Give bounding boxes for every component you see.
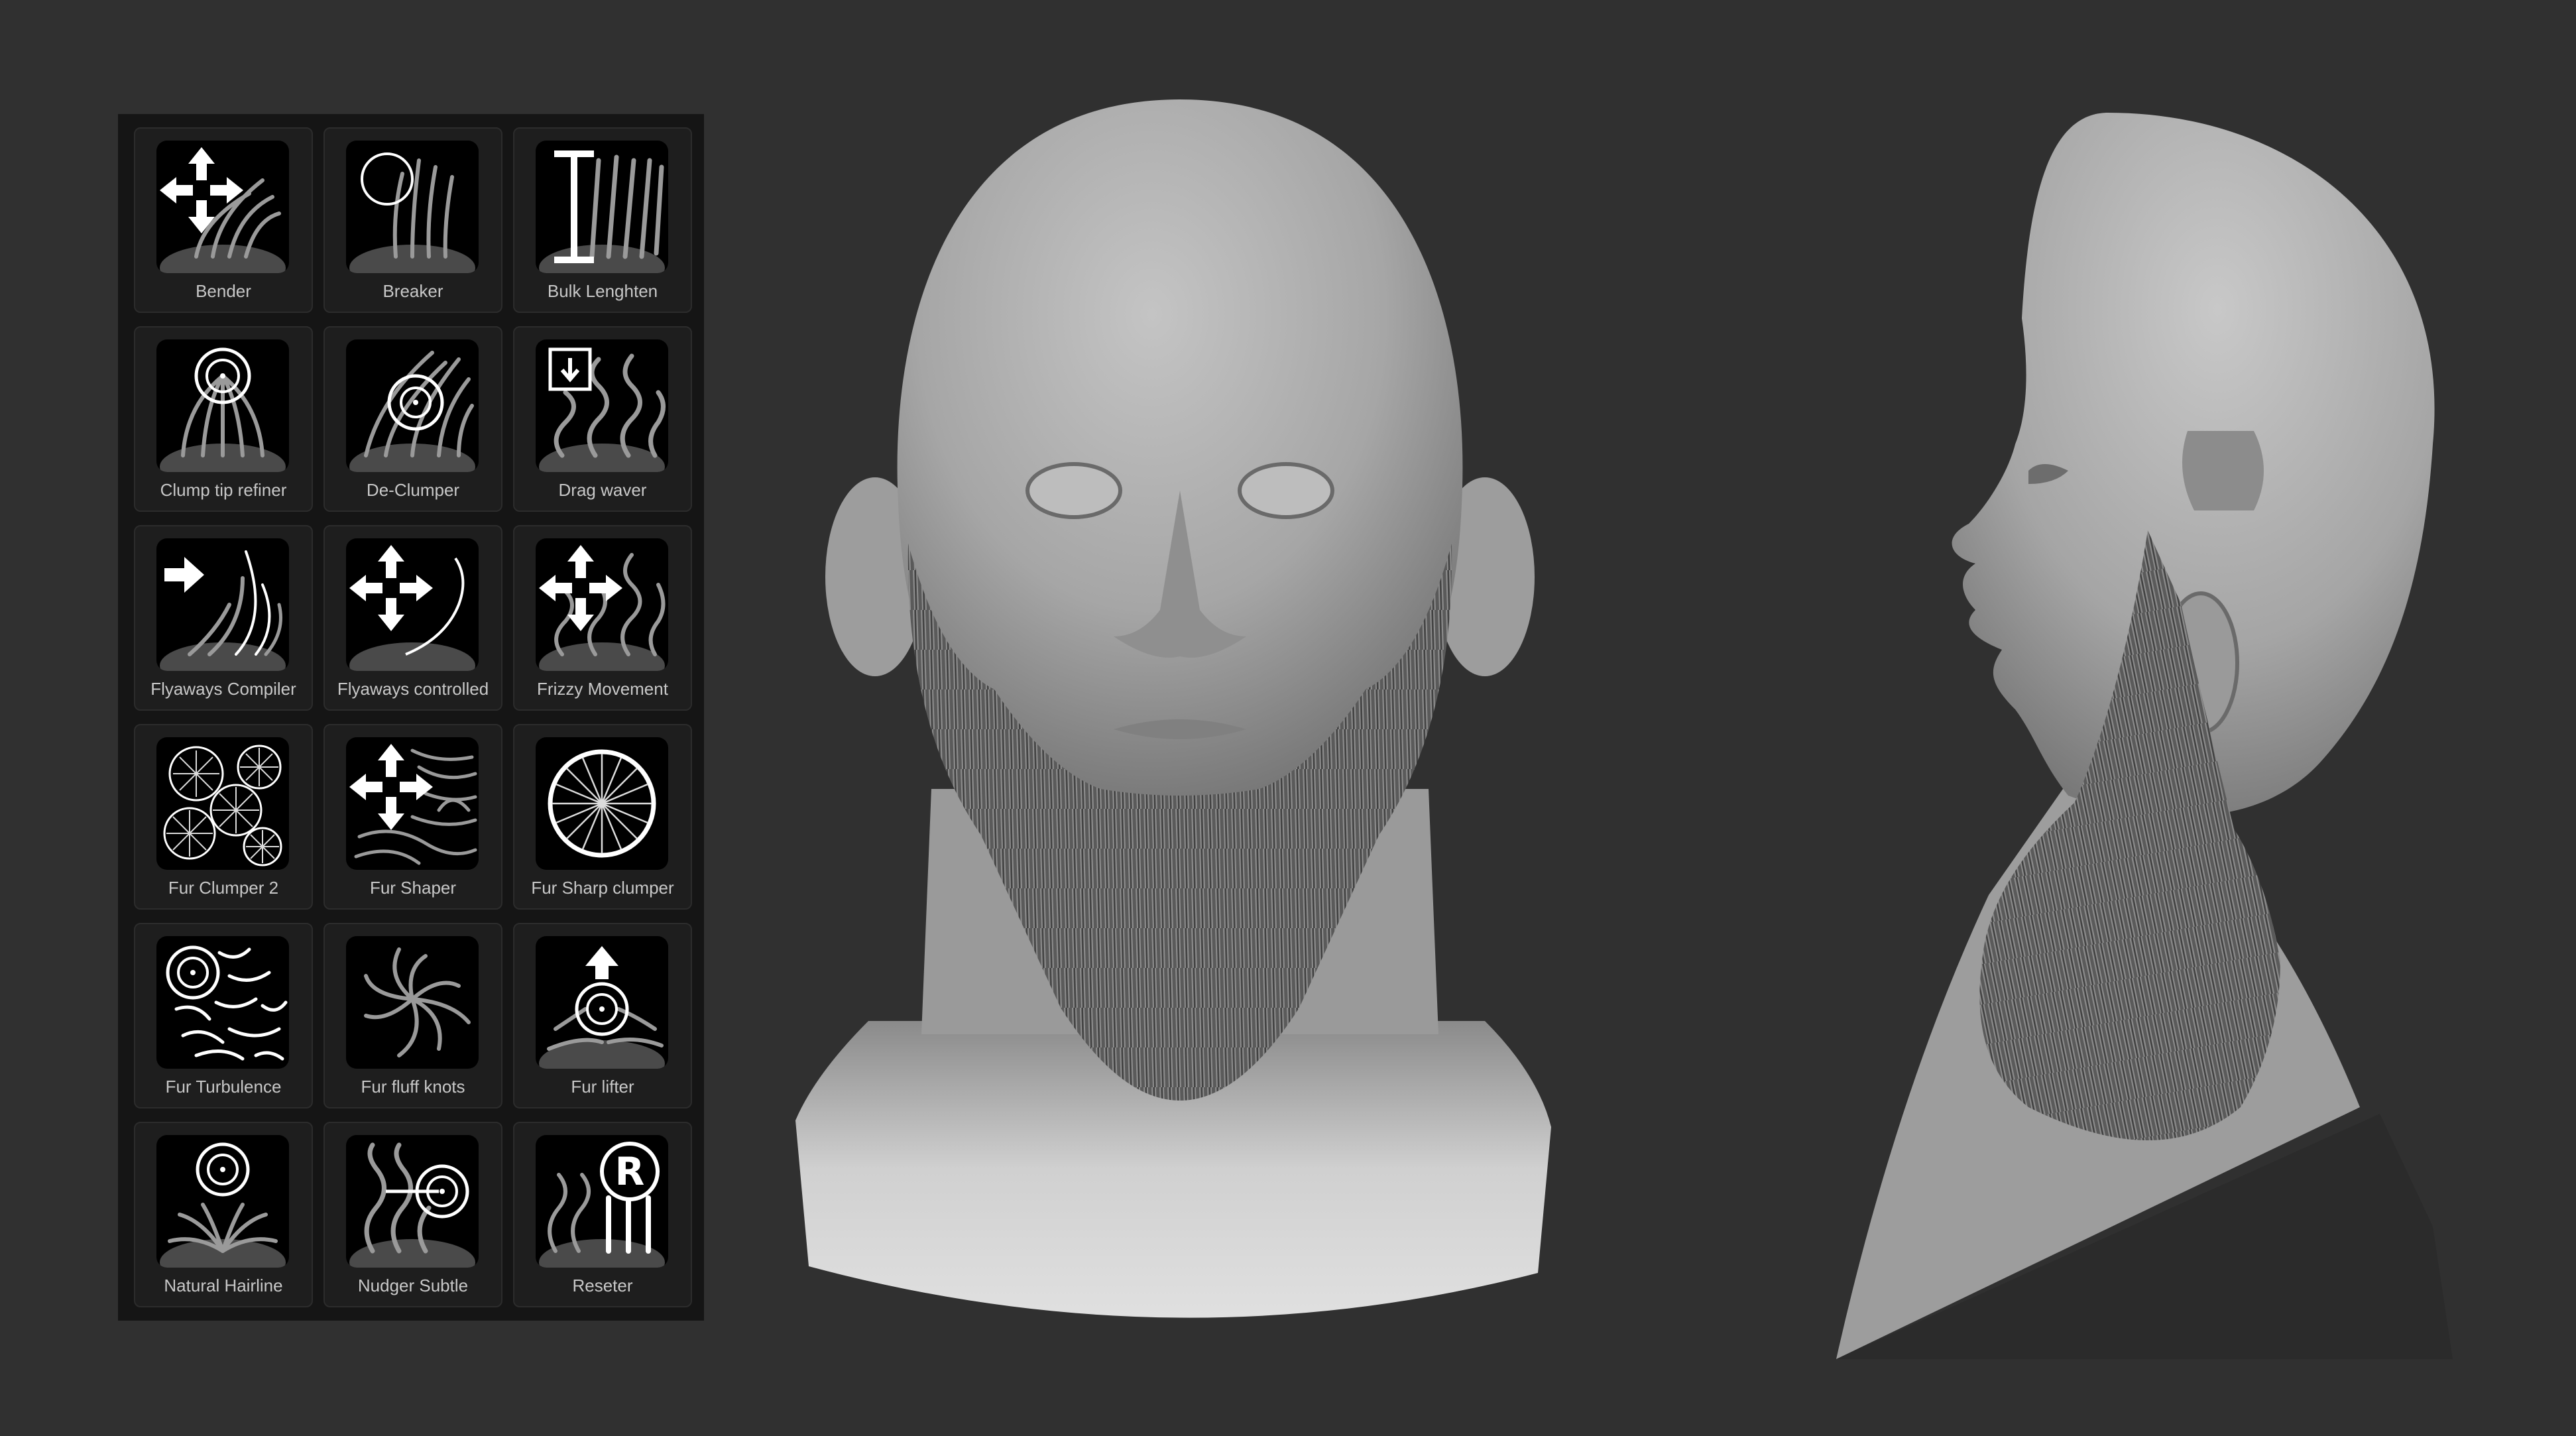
brush-tile-fur-lifter[interactable]: Fur lifter [513, 923, 692, 1108]
de-clumper-icon [346, 339, 479, 472]
brush-tile-reseter[interactable]: R Reseter [513, 1122, 692, 1307]
brush-tile-label: Fur Clumper 2 [168, 878, 279, 898]
head-front-view [769, 93, 1591, 1372]
breaker-icon [346, 141, 479, 273]
brush-tile-label: Fur Shaper [369, 878, 457, 898]
brush-tile-label: Natural Hairline [164, 1276, 283, 1295]
brush-tile-nudger-subtle[interactable]: Nudger Subtle [323, 1122, 502, 1307]
brush-tile-fur-sharp-clumper[interactable]: Fur Sharp clumper [513, 724, 692, 910]
fur-lifter-icon [536, 936, 668, 1069]
bulk-lengthen-icon [536, 141, 668, 273]
fur-clumper-icon [156, 737, 289, 870]
brush-tile-label: Drag waver [558, 480, 647, 500]
brush-tile-fur-turbulence[interactable]: Fur Turbulence [134, 923, 313, 1108]
nudger-subtle-icon [346, 1135, 479, 1268]
head-side-view [1617, 99, 2453, 1359]
brush-tile-de-clumper[interactable]: De-Clumper [323, 326, 502, 512]
brush-tile-label: Reseter [572, 1276, 633, 1295]
brush-tile-flyaways-compiler[interactable]: Flyaways Compiler [134, 525, 313, 711]
brush-tile-frizzy-movement[interactable]: Frizzy Movement [513, 525, 692, 711]
brush-tile-bender[interactable]: Bender [134, 127, 313, 313]
fur-shaper-icon [346, 737, 479, 870]
reset-badge-letter: R [615, 1149, 645, 1194]
brush-tile-label: Frizzy Movement [537, 679, 668, 699]
brush-tile-drag-waver[interactable]: Drag waver [513, 326, 692, 512]
brush-tile-flyaways-controlled[interactable]: Flyaways controlled [323, 525, 502, 711]
brush-tile-label: Nudger Subtle [357, 1276, 469, 1295]
brush-tile-label: Fur lifter [571, 1077, 634, 1097]
fur-turbulence-icon [156, 936, 289, 1069]
brush-tile-clump-tip-refiner[interactable]: Clump tip refiner [134, 326, 313, 512]
brush-tile-label: Bulk Lenghten [547, 281, 658, 301]
flyaways-compiler-icon [156, 538, 289, 671]
brush-palette: Bender Breaker Bulk Lenghten Clump tip r… [118, 114, 704, 1321]
bender-icon [156, 141, 289, 273]
brush-tile-label: Fur fluff knots [361, 1077, 465, 1097]
brush-tile-label: Clump tip refiner [160, 480, 287, 500]
brush-tile-fur-fluff-knots[interactable]: Fur fluff knots [323, 923, 502, 1108]
natural-hairline-icon [156, 1135, 289, 1268]
frizzy-movement-icon [536, 538, 668, 671]
brush-tile-fur-shaper[interactable]: Fur Shaper [323, 724, 502, 910]
brush-tile-label: Fur Turbulence [165, 1077, 282, 1097]
brush-grid: Bender Breaker Bulk Lenghten Clump tip r… [134, 127, 693, 1307]
brush-tile-label: Fur Sharp clumper [531, 878, 674, 898]
fur-fluff-knots-icon [346, 936, 479, 1069]
brush-tile-label: De-Clumper [366, 480, 460, 500]
reseter-icon: R [536, 1135, 668, 1268]
brush-tile-breaker[interactable]: Breaker [323, 127, 502, 313]
fur-sharp-clumper-icon [536, 737, 668, 870]
brush-tile-label: Flyaways controlled [337, 679, 489, 699]
brush-tile-bulk-lenghten[interactable]: Bulk Lenghten [513, 127, 692, 313]
brush-tile-label: Breaker [382, 281, 443, 301]
clump-tip-refiner-icon [156, 339, 289, 472]
drag-waver-icon [536, 339, 668, 472]
brush-tile-fur-clumper-2[interactable]: Fur Clumper 2 [134, 724, 313, 910]
brush-tile-natural-hairline[interactable]: Natural Hairline [134, 1122, 313, 1307]
flyaways-controlled-icon [346, 538, 479, 671]
brush-tile-label: Bender [196, 281, 251, 301]
brush-tile-label: Flyaways Compiler [150, 679, 296, 699]
